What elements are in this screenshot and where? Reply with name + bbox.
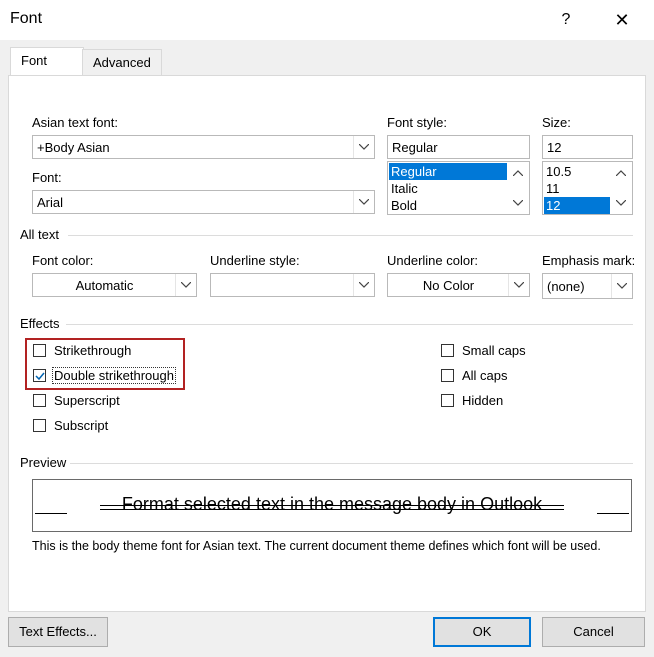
chevron-up-icon[interactable]	[508, 163, 528, 183]
chevron-down-icon[interactable]	[508, 193, 528, 213]
emphasis-mark-dropdown[interactable]: (none)	[542, 273, 633, 299]
size-label: Size:	[542, 115, 571, 130]
size-value: 12	[547, 140, 562, 155]
font-color-value: Automatic	[75, 278, 134, 293]
all-caps-checkbox[interactable]	[441, 369, 454, 382]
checkmark-icon	[35, 372, 45, 381]
underline-style-label: Underline style:	[210, 253, 300, 268]
chevron-down-icon[interactable]	[353, 274, 374, 296]
preview-baseline-left	[35, 513, 67, 514]
underline-color-dropdown[interactable]: No Color	[387, 273, 530, 297]
small-caps-label: Small caps	[462, 343, 526, 358]
font-value: Arial	[37, 195, 64, 210]
double-strikethrough-label: Double strikethrough	[52, 367, 176, 384]
preview-title: Preview	[20, 455, 67, 470]
list-item[interactable]: 10.5	[544, 163, 610, 180]
font-style-input[interactable]: Regular	[387, 135, 530, 159]
tab-advanced-label: Advanced	[93, 55, 151, 70]
asian-font-label: Asian text font:	[32, 115, 118, 130]
close-button[interactable]: ✕	[606, 8, 638, 32]
all-text-title: All text	[20, 227, 60, 242]
help-button[interactable]: ?	[552, 8, 580, 32]
chevron-down-icon[interactable]	[611, 193, 631, 213]
emphasis-mark-label: Emphasis mark:	[542, 253, 634, 268]
font-style-list[interactable]: Regular Italic Bold	[387, 161, 530, 215]
hidden-checkbox[interactable]	[441, 394, 454, 407]
superscript-label: Superscript	[54, 393, 120, 408]
chevron-up-icon[interactable]	[611, 163, 631, 183]
font-color-label: Font color:	[32, 253, 94, 268]
font-combobox[interactable]: Arial	[32, 190, 375, 214]
double-strikethrough-checkbox[interactable]	[33, 369, 46, 382]
chevron-down-icon[interactable]	[353, 136, 374, 158]
list-item[interactable]: Bold	[389, 197, 507, 214]
chevron-down-icon[interactable]	[508, 274, 529, 296]
chevron-down-icon[interactable]	[353, 191, 374, 213]
superscript-checkbox[interactable]	[33, 394, 46, 407]
preview-note: This is the body theme font for Asian te…	[32, 539, 601, 553]
list-item[interactable]: Italic	[389, 180, 507, 197]
divider	[70, 463, 633, 464]
size-input[interactable]: 12	[542, 135, 633, 159]
divider	[68, 235, 633, 236]
strike-line	[100, 509, 564, 510]
underline-color-value: No Color	[422, 278, 475, 293]
font-style-value: Regular	[392, 140, 438, 155]
list-item[interactable]: Regular	[389, 163, 507, 180]
tab-advanced[interactable]: Advanced	[82, 49, 162, 76]
asian-font-combobox[interactable]: +Body Asian	[32, 135, 375, 159]
hidden-label: Hidden	[462, 393, 504, 408]
font-label: Font:	[32, 170, 62, 185]
effects-title: Effects	[20, 316, 60, 331]
tab-font-label: Font	[21, 53, 48, 68]
chevron-down-icon[interactable]	[175, 274, 196, 296]
small-caps-checkbox[interactable]	[441, 344, 454, 357]
asian-font-value: +Body Asian	[37, 140, 110, 155]
window-title: Font	[10, 10, 43, 27]
underline-style-dropdown[interactable]	[210, 273, 375, 297]
font-style-label: Font style:	[387, 115, 447, 130]
subscript-label: Subscript	[54, 418, 109, 433]
list-item[interactable]: 12	[544, 197, 610, 214]
strikethrough-checkbox[interactable]	[33, 344, 46, 357]
text-effects-button[interactable]: Text Effects...	[8, 617, 108, 647]
size-list[interactable]: 10.5 11 12	[542, 161, 633, 215]
emphasis-mark-value: (none)	[547, 279, 585, 294]
preview-baseline-right	[597, 513, 629, 514]
chevron-down-icon[interactable]	[611, 274, 632, 298]
ok-button[interactable]: OK	[433, 617, 531, 647]
cancel-button[interactable]: Cancel	[542, 617, 645, 647]
tab-font[interactable]: Font	[10, 47, 84, 76]
preview-box: Format selected text in the message body…	[32, 479, 632, 532]
strike-line	[100, 505, 564, 506]
divider	[66, 324, 633, 325]
subscript-checkbox[interactable]	[33, 419, 46, 432]
underline-color-label: Underline color:	[387, 253, 479, 268]
all-caps-label: All caps	[462, 368, 508, 383]
strikethrough-label: Strikethrough	[54, 343, 132, 358]
list-item[interactable]: 11	[544, 180, 610, 197]
font-color-dropdown[interactable]: Automatic	[32, 273, 197, 297]
